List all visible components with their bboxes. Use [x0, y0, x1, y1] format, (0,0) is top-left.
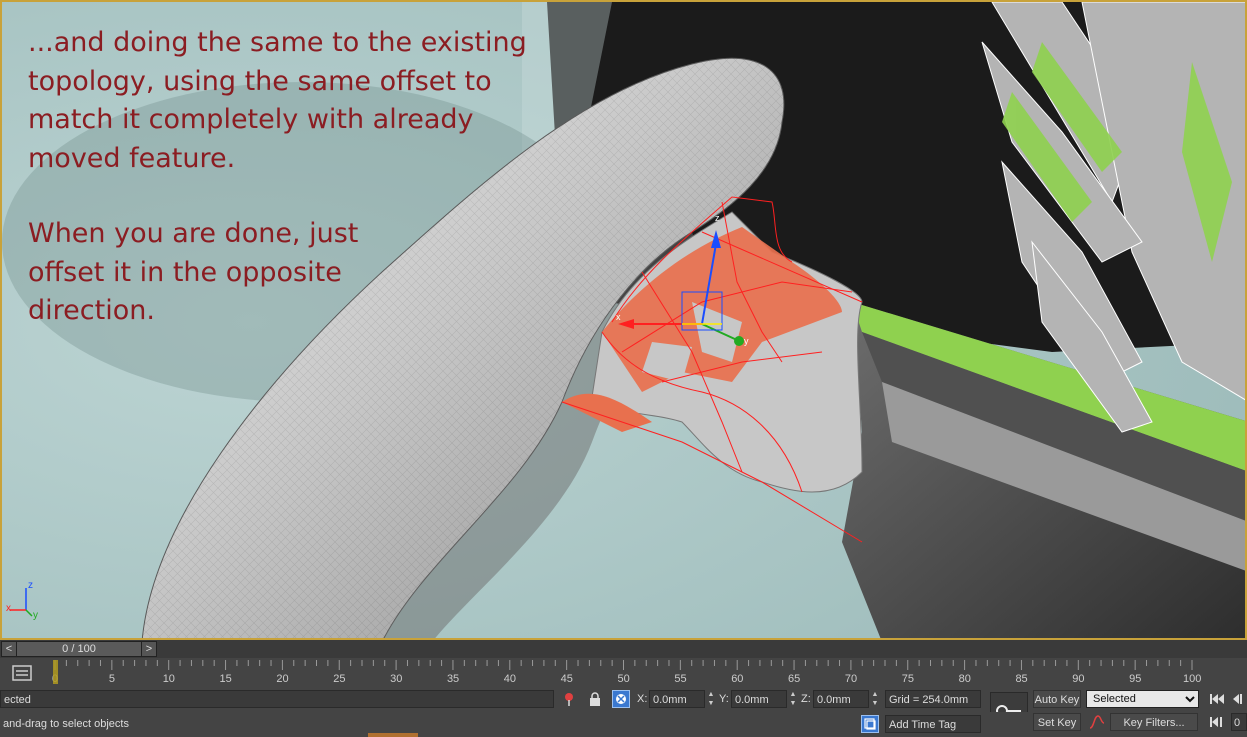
x-coord-field[interactable]: 0.0mm [649, 690, 705, 708]
tutorial-caption-1: ...and doing the same to the existing to… [28, 27, 527, 174]
track-tick-label: 10 [163, 673, 175, 685]
pin-icon[interactable] [560, 690, 578, 708]
tripod-z-label: z [28, 580, 33, 591]
track-tick-label: 90 [1072, 673, 1084, 685]
add-time-tag-button[interactable]: Add Time Tag [885, 715, 981, 733]
tripod-x-label: x [6, 603, 11, 614]
gizmo-y-label: y [744, 336, 749, 346]
time-slider-prev-button[interactable]: < [1, 641, 17, 657]
isolate-icon[interactable] [612, 690, 630, 708]
progress-accent [368, 733, 418, 737]
gizmo-z-label: z [715, 213, 720, 223]
z-coord-field[interactable]: 0.0mm [813, 690, 869, 708]
auto-key-button[interactable]: Auto Key [1033, 690, 1081, 708]
track-tick-label: 5 [109, 673, 115, 685]
time-slider[interactable]: < 0 / 100 > [0, 640, 1247, 658]
track-tick-label: 65 [788, 673, 800, 685]
track-tick-label: 25 [333, 673, 345, 685]
prompt-line: and-drag to select objects [3, 718, 129, 730]
key-filters-button[interactable]: Key Filters... [1110, 713, 1198, 731]
perspective-viewport[interactable]: z x y ...and doing the same to the exist… [0, 0, 1247, 640]
track-tick-label: 50 [618, 673, 630, 685]
lock-icon[interactable] [586, 690, 604, 708]
current-frame-field[interactable]: 0 [1231, 713, 1247, 731]
goto-end-icon[interactable] [1208, 713, 1226, 731]
x-coord-spinner[interactable]: ▲ ▼ [707, 690, 715, 708]
prev-frame-icon[interactable] [1229, 690, 1247, 708]
track-tick-label: 85 [1015, 673, 1027, 685]
track-tick-label: 15 [220, 673, 232, 685]
track-tick-label: 55 [674, 673, 686, 685]
curve-icon[interactable] [1088, 713, 1106, 731]
key-mode-select[interactable]: Selected [1086, 690, 1199, 708]
time-slider-thumb[interactable]: 0 / 100 [16, 641, 142, 657]
track-view-icon[interactable] [12, 663, 32, 683]
y-coord-spinner[interactable]: ▲ ▼ [789, 690, 797, 708]
track-tick-label: 70 [845, 673, 857, 685]
track-tick-label: 80 [959, 673, 971, 685]
track-bar[interactable]: 0510152025303540455055606570758085909510… [40, 658, 1247, 688]
track-tick-label: 100 [1183, 673, 1201, 685]
y-coord-field[interactable]: 0.0mm [731, 690, 787, 708]
z-coord-label: Z: [801, 693, 811, 705]
prompt-bar: and-drag to select objects Add Time Tag … [0, 712, 1247, 737]
track-tick-label: 60 [731, 673, 743, 685]
track-tick-label: 95 [1129, 673, 1141, 685]
selection-status: ected [0, 690, 554, 708]
y-coord-label: Y: [719, 693, 729, 705]
track-tick-label: 35 [447, 673, 459, 685]
tutorial-caption-2: When you are done, just offset it in the… [28, 218, 359, 326]
gizmo-x-label: x [616, 312, 621, 322]
track-tick-label: 75 [902, 673, 914, 685]
status-bar: ected X: 0.0mm ▲ ▼ Y: 0.0mm ▲ ▼ Z: 0.0mm ▲… [0, 688, 1247, 730]
goto-start-icon[interactable] [1208, 690, 1226, 708]
time-slider-next-button[interactable]: > [141, 641, 157, 657]
track-tick-label: 40 [504, 673, 516, 685]
axis-tripod: z x y [6, 580, 38, 621]
track-tick-label: 45 [561, 673, 573, 685]
set-key-button[interactable]: Set Key [1033, 713, 1081, 731]
track-bar-row: 0510152025303540455055606570758085909510… [0, 658, 1247, 688]
track-tick-label: 20 [276, 673, 288, 685]
time-tag-icon[interactable] [861, 715, 879, 733]
tripod-y-label: y [33, 610, 38, 621]
x-coord-label: X: [637, 693, 648, 705]
grid-size-display: Grid = 254.0mm [885, 690, 981, 708]
track-tick-label: 30 [390, 673, 402, 685]
current-frame-marker[interactable] [53, 660, 58, 684]
z-coord-spinner[interactable]: ▲ ▼ [871, 690, 879, 708]
